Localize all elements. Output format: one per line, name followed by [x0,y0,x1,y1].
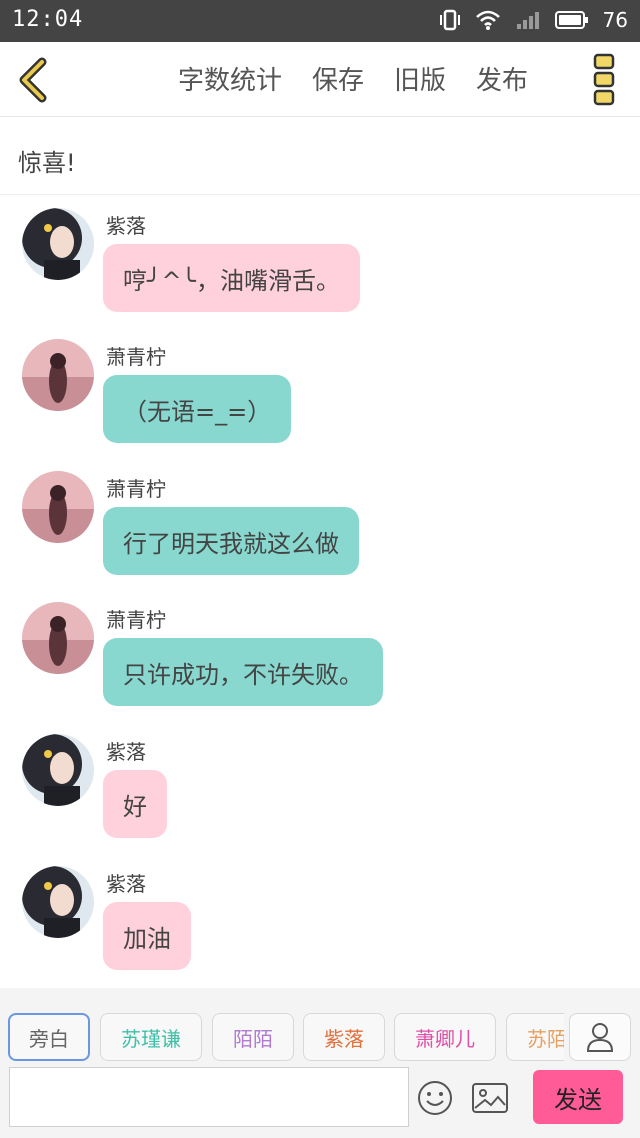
more-menu-button[interactable] [592,52,618,108]
sender-name: 萧青柠 [106,345,166,369]
role-selector[interactable]: 旁白 苏瑾谦 陌陌 紫落 萧卿儿 苏陌 [8,1013,564,1061]
story-title-row[interactable]: 惊喜! [0,117,640,195]
sender-name: 萧青柠 [106,477,166,501]
top-menu: 字数统计 保存 旧版 发布 [178,60,528,97]
message-bubble[interactable]: （无语=_=） [103,375,292,443]
role-chip-narrator[interactable]: 旁白 [8,1013,90,1061]
chevron-left-icon [19,57,47,103]
status-time: 12:04 [12,7,84,32]
compose-panel: 旁白 苏瑾谦 陌陌 紫落 萧卿儿 苏陌 发送 [0,988,640,1138]
more-vertical-icon [593,53,615,106]
avatar-xiao-qing-ning[interactable] [22,339,94,411]
old-version-button[interactable]: 旧版 [394,60,446,97]
battery-icon [554,11,588,29]
top-bar: 字数统计 保存 旧版 发布 [0,42,640,117]
sender-name: 萧青柠 [106,608,166,632]
emoji-icon [418,1081,452,1115]
role-chip[interactable]: 苏瑾谦 [100,1013,202,1061]
sender-name: 紫落 [106,740,146,764]
character-manage-button[interactable] [569,1013,631,1061]
avatar-zi-luo[interactable] [22,866,94,938]
role-chip[interactable]: 萧卿儿 [394,1013,496,1061]
wifi-icon [475,10,500,30]
avatar-xiao-qing-ning[interactable] [22,471,94,543]
message-bubble[interactable]: 只许成功，不许失败。 [103,638,383,706]
signal-icon [516,12,539,29]
message-bubble[interactable]: 好 [103,770,167,838]
image-button[interactable] [470,1080,510,1116]
message-bubble[interactable]: 哼╯^╰，油嘴滑舌。 [103,244,361,312]
publish-button[interactable]: 发布 [476,60,528,97]
save-button[interactable]: 保存 [312,60,364,97]
status-bar: 12:04 76 [0,0,640,42]
back-button[interactable] [14,54,54,104]
send-button[interactable]: 发送 [533,1070,623,1124]
word-count-button[interactable]: 字数统计 [178,60,282,97]
role-chip[interactable]: 紫落 [303,1013,385,1061]
message-bubble[interactable]: 加油 [103,902,191,970]
image-icon [472,1083,508,1113]
role-chip[interactable]: 陌陌 [212,1013,294,1061]
role-chip[interactable]: 苏陌 [506,1013,564,1061]
sender-name: 紫落 [106,214,146,238]
message-input[interactable] [9,1067,409,1127]
emoji-button[interactable] [417,1080,453,1116]
sender-name: 紫落 [106,872,146,896]
battery-level: 76 [602,8,628,32]
chat-area[interactable]: 紫落 哼╯^╰，油嘴滑舌。 萧青柠 （无语=_=） 萧青柠 行了明天我就这么做 … [0,196,640,988]
avatar-zi-luo[interactable] [22,734,94,806]
story-title: 惊喜! [18,149,76,177]
status-icons: 76 [439,7,628,33]
vibrate-icon [439,9,460,31]
message-bubble[interactable]: 行了明天我就这么做 [103,507,359,575]
avatar-xiao-qing-ning[interactable] [22,602,94,674]
user-icon [586,1023,614,1052]
avatar-zi-luo[interactable] [22,208,94,280]
